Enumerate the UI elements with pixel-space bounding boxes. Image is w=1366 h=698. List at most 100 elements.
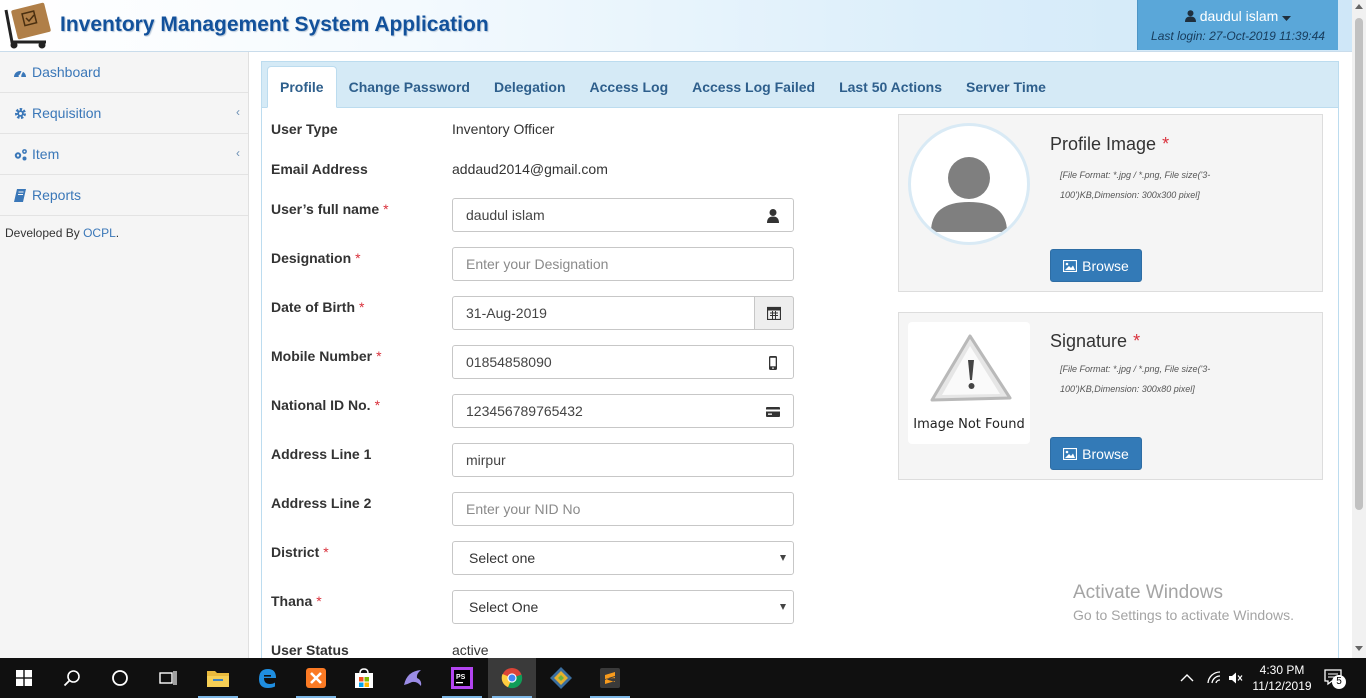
image-icon [1063,259,1078,272]
designation-label: Designation * [271,250,361,266]
clock-date: 11/12/2019 [1252,679,1312,693]
address2-input[interactable] [453,493,793,525]
store-bag-icon [355,668,373,688]
app-title: Inventory Management System Application [60,13,489,36]
nid-field[interactable] [452,394,794,428]
thana-label: Thana * [271,593,322,609]
scroll-up-arrow-icon[interactable] [1355,4,1363,9]
address1-input[interactable] [453,444,793,476]
sidebar-item-label: Reports [32,187,82,203]
svg-text:PS: PS [456,674,466,681]
taskbar-clock[interactable]: 4:30 PM 11/12/2019 [1244,662,1320,694]
dob-field[interactable] [452,296,794,330]
tab-server-time[interactable]: Server Time [954,66,1058,107]
tab-last-50-actions[interactable]: Last 50 Actions [827,66,954,107]
dob-input[interactable] [453,297,793,329]
tab-profile[interactable]: Profile [267,66,337,108]
taskbar-dolphin-app[interactable] [389,658,437,698]
mobile-field[interactable] [452,345,794,379]
last-login: Last login: 27-Oct-2019 11:39:44 [1151,29,1325,43]
sidebar-item-requisition[interactable]: Requisition ‹ [0,93,248,134]
user-type-label: User Type [271,121,338,137]
user-menu[interactable]: daudul islam Last login: 27-Oct-2019 11:… [1137,0,1338,50]
user-type-value: Inventory Officer [452,121,555,137]
user-icon [1184,10,1196,22]
nid-label: National ID No. * [271,397,381,413]
phpstorm-icon: PS [451,667,473,689]
sidebar-item-reports[interactable]: Reports [0,175,248,216]
profile-image-box: Profile Image * [File Format: *.jpg / *.p… [898,114,1323,292]
signature-box: Image Not Found Signature * [File Format:… [898,312,1323,480]
taskbar-git-app[interactable] [537,658,585,698]
start-button[interactable] [0,658,48,698]
address2-field[interactable] [452,492,794,526]
chevron-left-icon: ‹ [236,105,240,119]
tab-access-log[interactable]: Access Log [578,66,681,107]
image-not-found-text: Image Not Found [913,417,1025,432]
tab-access-log-failed[interactable]: Access Log Failed [680,66,827,107]
user-name: daudul islam [1199,8,1279,24]
tray-chevron-up-icon[interactable] [1180,658,1194,698]
caret-down-icon [1282,16,1292,21]
cortana-circle-icon [112,670,128,686]
notification-center-button[interactable]: 5 [1324,658,1346,698]
thana-select[interactable]: Select One [452,590,794,624]
page-scrollbar[interactable] [1352,0,1366,658]
calendar-button[interactable] [754,296,794,330]
full-name-input[interactable] [453,199,793,231]
sidebar-item-label: Dashboard [32,64,101,80]
ocpl-link[interactable]: OCPL [83,226,116,240]
taskbar: PS 4:30 PM 11/12/2019 5 [0,658,1366,698]
tab-delegation[interactable]: Delegation [482,66,578,107]
sublime-text-icon [600,668,620,688]
scrollbar-thumb[interactable] [1355,18,1363,510]
task-view-icon [159,671,177,685]
tab-bar: Profile Change Password Delegation Acces… [262,62,1338,108]
git-app-icon [550,667,572,689]
xampp-icon [306,668,326,688]
gear-icon [12,105,28,121]
mobile-input[interactable] [453,346,793,378]
profile-image-browse-button[interactable]: Browse [1050,249,1142,282]
sidebar-item-label: Item [32,146,60,162]
profile-avatar [908,123,1030,245]
email-value: addaud2014@gmail.com [452,161,608,177]
user-menu-toggle[interactable]: daudul islam [1138,8,1338,24]
developed-by: Developed By OCPL. [5,226,120,240]
taskbar-chrome[interactable] [488,658,536,698]
scroll-down-arrow-icon[interactable] [1355,646,1363,651]
tab-change-password[interactable]: Change Password [337,66,482,107]
wifi-icon[interactable] [1206,658,1222,698]
taskbar-search-button[interactable] [48,658,96,698]
full-name-field[interactable] [452,198,794,232]
select-caret-icon [780,555,786,561]
book-icon [12,187,28,203]
nid-input[interactable] [453,395,793,427]
edge-browser-icon [259,669,276,688]
select-caret-icon [780,604,786,610]
task-view-button[interactable] [144,658,192,698]
signature-browse-button[interactable]: Browse [1050,437,1142,470]
sidebar-item-dashboard[interactable]: Dashboard [0,52,248,93]
district-label: District * [271,544,329,560]
cortana-button[interactable] [96,658,144,698]
sidebar-item-item[interactable]: Item ‹ [0,134,248,175]
profile-image-title: Profile Image * [1050,134,1170,154]
volume-icon[interactable] [1228,658,1244,698]
taskbar-sublime-text[interactable] [586,658,634,698]
taskbar-xampp[interactable] [292,658,340,698]
taskbar-store[interactable] [340,658,388,698]
sidebar: Dashboard Requisition ‹ Item ‹ Reports D… [0,52,249,658]
address1-field[interactable] [452,443,794,477]
user-icon [767,209,779,223]
app-header: Inventory Management System Application … [0,0,1352,52]
taskbar-file-explorer[interactable] [194,658,242,698]
folder-icon [207,671,229,687]
thana-selected: Select One [469,599,539,615]
district-select[interactable]: Select one [452,541,794,575]
taskbar-edge[interactable] [243,658,291,698]
taskbar-phpstorm[interactable]: PS [438,658,486,698]
designation-field[interactable] [452,247,794,281]
designation-input[interactable] [453,248,793,280]
email-label: Email Address [271,161,368,177]
